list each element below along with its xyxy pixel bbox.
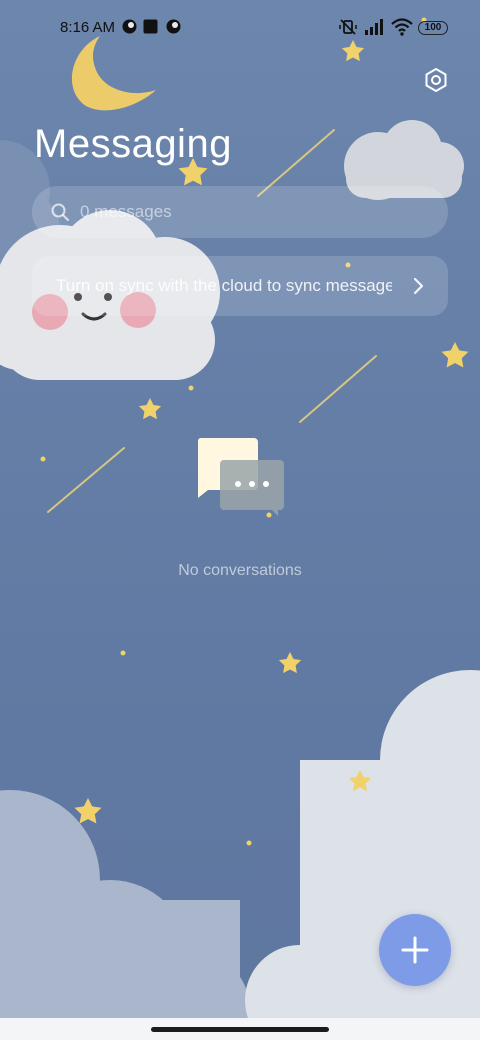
page-title: Messaging	[34, 122, 232, 166]
search-icon	[51, 203, 69, 221]
vibrate-off-icon	[339, 19, 357, 35]
status-time: 8:16 AM	[60, 19, 116, 36]
sync-banner-text: Turn on sync with the cloud to sync mess…	[56, 276, 392, 295]
app-notification-icon-2	[166, 19, 181, 34]
settings-button[interactable]	[420, 64, 452, 96]
search-input[interactable]	[80, 186, 420, 238]
square-notification-icon	[143, 19, 158, 34]
chevron-right-icon	[413, 277, 424, 295]
cloud-bottom-right	[245, 670, 480, 1040]
sync-banner[interactable]: Turn on sync with the cloud to sync mess…	[32, 256, 448, 316]
messaging-screen: 8:16 AM 100 Messaging 0 messages Turn on…	[0, 0, 480, 1040]
settings-icon	[425, 68, 447, 92]
no-conversations-icon	[197, 438, 284, 516]
signal-icon	[365, 19, 383, 35]
battery-indicator: 100	[418, 21, 448, 35]
app-notification-icon	[122, 19, 137, 34]
plus-icon	[401, 936, 429, 964]
new-message-button[interactable]	[379, 914, 451, 986]
wifi-icon	[391, 18, 413, 36]
search-bar[interactable]	[32, 186, 448, 238]
empty-state-message: No conversations	[178, 562, 302, 579]
home-gesture-handle[interactable]	[151, 1027, 329, 1032]
cloud-bottom-left	[0, 790, 250, 1040]
status-bar: 8:16 AM 100	[0, 0, 480, 56]
